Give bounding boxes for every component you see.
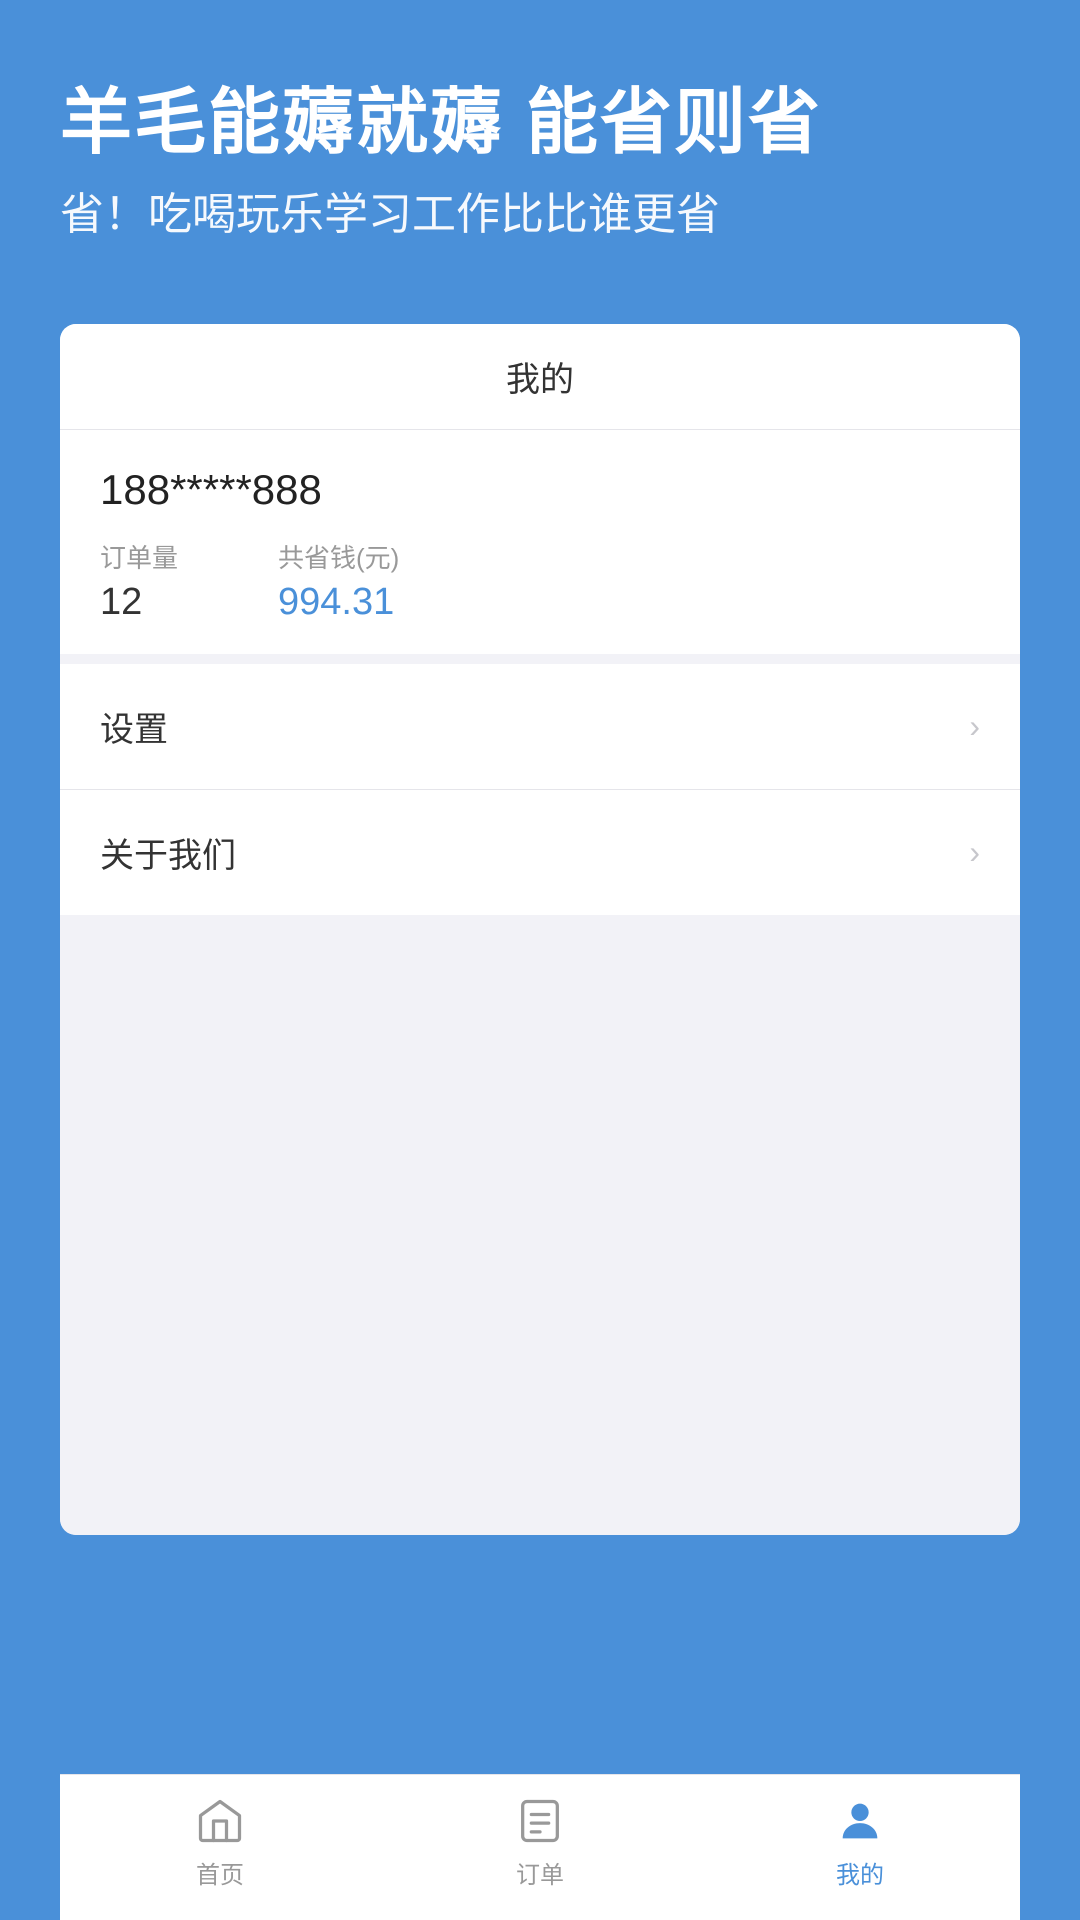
order-icon	[514, 1795, 566, 1847]
card-header: 我的	[60, 324, 1020, 430]
settings-chevron-icon: ›	[969, 708, 980, 745]
header-subtitle: 省！吃喝玩乐学习工作比比谁更省	[60, 186, 1020, 243]
about-label: 关于我们	[100, 828, 236, 877]
savings-stat: 共省钱(元) 994.31	[278, 538, 399, 624]
settings-label: 设置	[100, 702, 168, 751]
profile-icon	[834, 1795, 886, 1847]
about-chevron-icon: ›	[969, 834, 980, 871]
user-section: 188*****888 订单量 12 共省钱(元) 994.31	[60, 430, 1020, 664]
card-container: 我的 188*****888 订单量 12 共省钱(元) 994.31 设置 ›…	[60, 324, 1020, 1535]
home-icon	[194, 1795, 246, 1847]
bottom-nav: 首页 订单 我的	[60, 1774, 1020, 1920]
order-nav-label: 订单	[516, 1855, 564, 1890]
savings-label: 共省钱(元)	[278, 538, 399, 575]
header-section: 羊毛能薅就薅 能省则省 省！吃喝玩乐学习工作比比谁更省	[0, 0, 1080, 304]
nav-order[interactable]: 订单	[514, 1795, 566, 1890]
empty-card-area	[60, 915, 1020, 1535]
order-label: 订单量	[100, 538, 178, 575]
nav-home[interactable]: 首页	[194, 1795, 246, 1890]
user-phone: 188*****888	[100, 466, 980, 514]
savings-amount: 994.31	[278, 581, 399, 624]
stats-row: 订单量 12 共省钱(元) 994.31	[100, 538, 980, 624]
about-menu-item[interactable]: 关于我们 ›	[60, 790, 1020, 915]
order-count: 12	[100, 581, 178, 624]
order-stat: 订单量 12	[100, 538, 178, 624]
header-title: 羊毛能薅就薅 能省则省	[60, 80, 1020, 166]
settings-menu-item[interactable]: 设置 ›	[60, 664, 1020, 790]
profile-nav-label: 我的	[836, 1855, 884, 1890]
nav-profile[interactable]: 我的	[834, 1795, 886, 1890]
menu-section: 设置 › 关于我们 ›	[60, 664, 1020, 915]
home-nav-label: 首页	[196, 1855, 244, 1890]
